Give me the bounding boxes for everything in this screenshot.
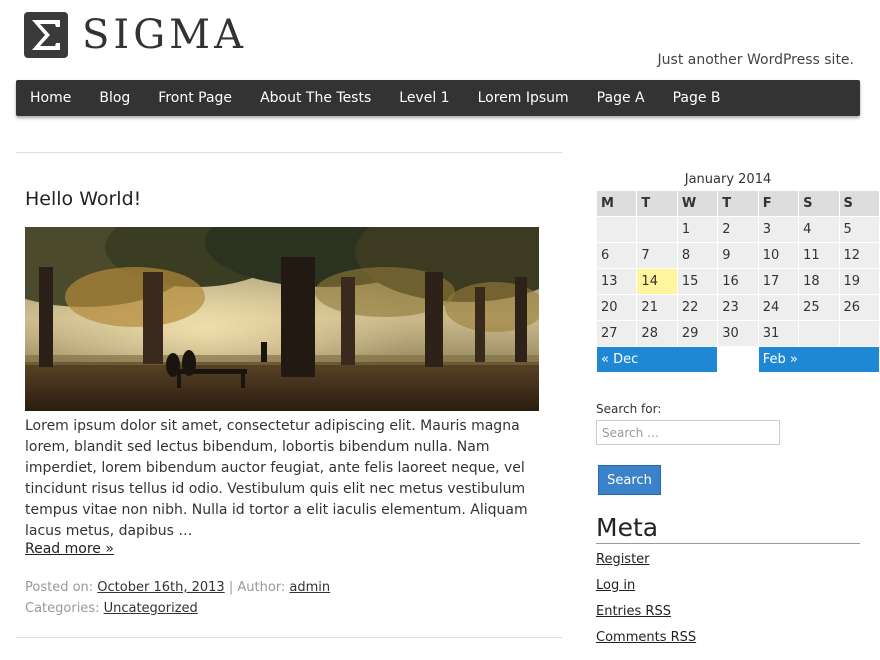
calendar-day: 24 — [757, 294, 800, 321]
read-more-link[interactable]: Read more » — [25, 541, 114, 557]
weekday-header: T — [636, 190, 678, 217]
calendar-day — [838, 320, 880, 347]
calendar-day — [798, 320, 840, 347]
posted-on-label: Posted on: — [25, 580, 94, 595]
list-item: Comments RSS — [596, 628, 696, 654]
calendar-day: 26 — [838, 294, 880, 321]
site-logo[interactable]: SIGMA — [24, 12, 247, 58]
divider — [16, 637, 562, 638]
category-link[interactable]: Uncategorized — [104, 601, 198, 616]
calendar-day: 21 — [636, 294, 678, 321]
weekday-header: T — [717, 190, 759, 217]
calendar-day: 17 — [757, 268, 800, 295]
calendar-day: 11 — [798, 242, 840, 269]
search-label: Search for: — [596, 402, 662, 416]
calendar-day: 27 — [595, 320, 638, 347]
calendar: M T W T F S S 1 2 3 4 5 6 7 8 9 10 11 12 — [595, 190, 880, 373]
calendar-day: 20 — [595, 294, 638, 321]
sigma-icon — [24, 12, 68, 58]
comments-rss-link[interactable]: Comments RSS — [596, 630, 696, 645]
meta-links: Register Log in Entries RSS Comments RSS — [596, 550, 696, 654]
calendar-day: 1 — [676, 216, 719, 243]
calendar-day: 12 — [838, 242, 880, 269]
register-link[interactable]: Register — [596, 552, 650, 567]
weekday-header: S — [798, 190, 840, 217]
calendar-day: 10 — [757, 242, 800, 269]
calendar-day: 22 — [676, 294, 719, 321]
post-categories: Categories: Uncategorized — [25, 601, 198, 616]
divider — [16, 152, 562, 153]
calendar-day: 7 — [636, 242, 678, 269]
search-input[interactable] — [596, 420, 780, 445]
calendar-day: 8 — [676, 242, 719, 269]
calendar-day: 25 — [798, 294, 840, 321]
search-button[interactable]: Search — [598, 465, 661, 495]
post-excerpt: Lorem ipsum dolor sit amet, consectetur … — [25, 418, 528, 539]
post-featured-image[interactable] — [25, 227, 539, 411]
calendar-day — [636, 216, 678, 243]
calendar-day: 3 — [757, 216, 800, 243]
calendar-day: 15 — [676, 268, 719, 295]
calendar-day-today: 14 — [636, 268, 678, 295]
calendar-day: 31 — [757, 320, 800, 347]
entries-rss-link[interactable]: Entries RSS — [596, 604, 671, 619]
calendar-day: 29 — [676, 320, 719, 347]
weekday-header: M — [595, 190, 638, 217]
post-title[interactable]: Hello World! — [25, 188, 141, 210]
nav-item-lorem-ipsum[interactable]: Lorem Ipsum — [464, 80, 583, 116]
categories-label: Categories: — [25, 601, 100, 616]
nav-item-page-b[interactable]: Page B — [659, 80, 735, 116]
list-item: Register — [596, 550, 696, 576]
calendar-day: 9 — [717, 242, 759, 269]
list-item: Log in — [596, 576, 696, 602]
calendar-day: 28 — [636, 320, 678, 347]
calendar-caption: January 2014 — [684, 172, 772, 187]
calendar-pad — [717, 346, 759, 373]
meta-widget-heading: Meta — [596, 513, 860, 544]
calendar-day: 19 — [838, 268, 880, 295]
post-date-link[interactable]: October 16th, 2013 — [97, 580, 224, 595]
calendar-day: 16 — [717, 268, 759, 295]
weekday-header: S — [838, 190, 880, 217]
calendar-day: 30 — [717, 320, 759, 347]
calendar-day: 23 — [717, 294, 759, 321]
weekday-header: W — [676, 190, 719, 217]
nav-item-blog[interactable]: Blog — [85, 80, 144, 116]
calendar-day: 13 — [595, 268, 638, 295]
list-item: Entries RSS — [596, 602, 696, 628]
calendar-day: 4 — [798, 216, 840, 243]
site-title: SIGMA — [82, 12, 247, 58]
calendar-day: 5 — [838, 216, 880, 243]
nav-item-page-a[interactable]: Page A — [583, 80, 659, 116]
author-label: Author: — [237, 580, 286, 595]
weekday-header: F — [757, 190, 800, 217]
calendar-next-month-link[interactable]: Feb » — [757, 346, 880, 373]
log-in-link[interactable]: Log in — [596, 578, 635, 593]
calendar-prev-month-link[interactable]: « Dec — [595, 346, 719, 373]
post-author-link[interactable]: admin — [289, 580, 330, 595]
calendar-day: 2 — [717, 216, 759, 243]
calendar-day: 6 — [595, 242, 638, 269]
post-byline: Posted on: October 16th, 2013 | Author: … — [25, 580, 330, 595]
nav-item-front-page[interactable]: Front Page — [144, 80, 246, 116]
site-tagline: Just another WordPress site. — [657, 52, 854, 68]
calendar-day: 18 — [798, 268, 840, 295]
nav-item-level-1[interactable]: Level 1 — [385, 80, 463, 116]
byline-separator: | — [228, 580, 234, 595]
main-navigation: Home Blog Front Page About The Tests Lev… — [16, 80, 860, 116]
nav-item-home[interactable]: Home — [16, 80, 85, 116]
calendar-day — [595, 216, 638, 243]
nav-item-about-the-tests[interactable]: About The Tests — [246, 80, 385, 116]
